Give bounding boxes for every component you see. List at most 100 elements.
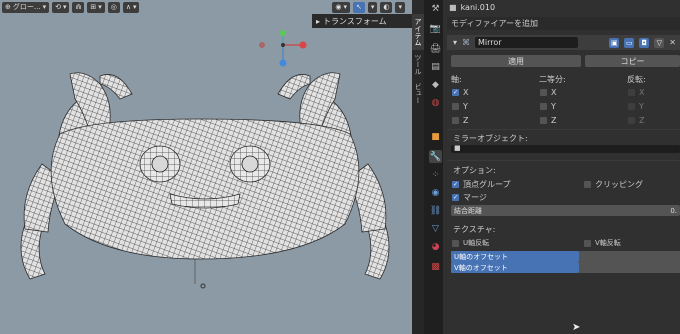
add-modifier-dropdown[interactable]: モディファイアーを追加 (447, 17, 680, 30)
tool-settings-icon[interactable]: ⚒ (429, 2, 442, 15)
proportional-falloff-dropdown[interactable]: ∧ ▾ (122, 1, 140, 13)
flip-y-checkbox[interactable]: Y (628, 102, 644, 111)
close-icon[interactable]: ✕ (669, 38, 676, 47)
checkbox-box (540, 103, 547, 110)
textures-label: テクスチャ: (453, 225, 496, 234)
mirror-object-field[interactable]: ■ (451, 144, 680, 153)
check-icon: ✓ (452, 194, 459, 201)
chevron-down-icon: ▾ (343, 3, 347, 11)
viewport-toggle-icon[interactable]: ▭ (624, 37, 635, 48)
view-object-types-dropdown[interactable]: ◉ ▾ (332, 1, 350, 13)
merge-checkbox[interactable]: ✓ マージ (452, 192, 487, 203)
chevron-down-icon: ▾ (62, 3, 67, 11)
chevron-down-icon: ▾ (370, 3, 375, 11)
modifier-header: ▾ ⌘ Mirror ▣ ▭ ◘ ▽ ✕ (447, 35, 680, 50)
u-offset-slider[interactable]: U軸のオフセット (451, 251, 680, 262)
pivot-icon: ⟲ (55, 3, 61, 11)
checkbox-box (452, 103, 459, 110)
view-layer-icon[interactable]: ▤ (429, 60, 442, 73)
bisect-x-checkbox[interactable]: X (540, 88, 556, 97)
chevron-down-icon: ▾ (98, 3, 102, 11)
object-picker-icon: ■ (454, 144, 461, 152)
tab-item[interactable]: アイテム (412, 14, 424, 50)
physics-icon[interactable]: ◉ (429, 186, 442, 199)
chevron-down-icon: ▾ (132, 3, 137, 11)
checkbox-box (452, 239, 459, 247)
checkbox-box (628, 103, 635, 110)
axis-y-checkbox[interactable]: Y (452, 102, 468, 111)
apply-button[interactable]: 適用 (451, 55, 581, 67)
object-icon[interactable]: ■ (429, 130, 442, 143)
transform-panel-header[interactable]: ▸ トランスフォーム (312, 14, 412, 28)
checkbox-box (452, 117, 459, 124)
options-label: オプション: (453, 166, 496, 175)
checkbox-box (584, 181, 591, 188)
output-icon[interactable]: 🖨 (429, 42, 442, 55)
collapse-arrow-icon[interactable]: ▾ (453, 38, 457, 47)
snap-button[interactable]: ⋒ (72, 1, 85, 13)
snap-dropdown[interactable]: ⊞ ▾ (87, 1, 105, 13)
overlays-toggle[interactable]: ◐ (380, 1, 393, 13)
mouse-cursor-icon: ➤ (572, 322, 581, 333)
pin-icon[interactable]: ■ (449, 3, 457, 12)
editmode-toggle-icon[interactable]: ▣ (609, 37, 620, 48)
overlay-icon: ◐ (383, 3, 390, 11)
material-icon[interactable]: ◕ (429, 240, 442, 253)
check-icon: ✓ (452, 181, 459, 188)
u-flip-checkbox[interactable]: U軸反転 (452, 238, 489, 248)
flip-z-checkbox[interactable]: Z (628, 116, 644, 125)
v-offset-slider[interactable]: V軸のオフセット (451, 262, 680, 273)
axis-z-checkbox[interactable]: Z (452, 116, 468, 125)
gizmo-dropdown[interactable]: ▾ (367, 1, 378, 13)
v-flip-checkbox[interactable]: V軸反転 (584, 238, 621, 248)
falloff-icon: ∧ (125, 3, 131, 11)
particles-icon[interactable]: ⁘ (429, 168, 442, 181)
crab-model[interactable] (0, 14, 412, 334)
proportional-edit-button[interactable]: ◎ (107, 1, 120, 13)
gizmo-icon: ↖ (355, 3, 362, 11)
bisect-z-checkbox[interactable]: Z (540, 116, 556, 125)
properties-editor: ■ kani.010 モディファイアーを追加 ▾ ⌘ Mirror ▣ ▭ ◘ … (443, 0, 680, 334)
divider (447, 160, 680, 161)
object-name: kani.010 (460, 2, 496, 12)
vertex-groups-checkbox[interactable]: ✓ 頂点グループ (452, 179, 511, 190)
3d-viewport[interactable]: ⊕ グロー... ▾ ⟲ ▾ ⋒ ⊞ ▾ ◎ ∧ ▾ ◉ ▾ ↖ ▾ ◐ ▾ ▸… (0, 0, 412, 334)
eye-icon: ◉ (335, 3, 342, 11)
mirror-modifier-icon: ⌘ (462, 38, 471, 47)
magnet-icon: ⋒ (75, 3, 82, 11)
mirror-object-label: ミラーオブジェクト: (453, 134, 528, 143)
viewport-header: ⊕ グロー... ▾ ⟲ ▾ ⋒ ⊞ ▾ ◎ ∧ ▾ ◉ ▾ ↖ ▾ ◐ ▾ (0, 0, 412, 14)
scene-icon[interactable]: ◆ (429, 78, 442, 91)
chevron-down-icon: ▾ (42, 3, 47, 11)
divider (447, 129, 680, 130)
bisect-y-checkbox[interactable]: Y (540, 102, 556, 111)
clipping-checkbox[interactable]: クリッピング (584, 179, 643, 190)
modifier-wrench-icon[interactable]: 🔧 (429, 150, 442, 163)
render-toggle-icon[interactable]: ◘ (639, 37, 650, 48)
gizmo-toggle[interactable]: ↖ (352, 1, 365, 13)
globe-icon: ⊕ (5, 3, 11, 11)
tab-view[interactable]: ビュー (412, 79, 424, 108)
chevron-down-icon: ▾ (398, 3, 402, 11)
proportional-icon: ◎ (110, 3, 117, 11)
flip-label: 反転: (627, 75, 646, 84)
pivot-point-dropdown[interactable]: ⟲ ▾ (52, 1, 70, 13)
render-icon[interactable]: 📷 (429, 22, 442, 35)
modifier-name-field[interactable]: Mirror (475, 37, 579, 48)
tab-tool[interactable]: ツール (412, 50, 424, 79)
data-icon[interactable]: ▽ (429, 222, 442, 235)
world-icon[interactable]: ◍ (429, 96, 442, 109)
overlays-dropdown[interactable]: ▾ (395, 1, 405, 13)
navigation-gizmo[interactable] (258, 30, 308, 70)
checkbox-box (628, 89, 635, 96)
transform-orientation-dropdown[interactable]: ⊕ グロー... ▾ (2, 1, 50, 13)
flip-x-checkbox[interactable]: X (628, 88, 644, 97)
axis-x-checkbox[interactable]: ✓ X (452, 88, 468, 97)
cage-toggle-icon[interactable]: ▽ (654, 37, 665, 48)
copy-button[interactable]: コピー (585, 55, 680, 67)
sidebar-tabs: アイテム ツール ビュー (412, 14, 424, 334)
merge-distance-field[interactable]: 結合距離 0. (451, 205, 680, 216)
texture-icon[interactable]: ▩ (429, 260, 442, 273)
checkbox-box (540, 89, 547, 96)
constraints-icon[interactable]: ⛓ (429, 204, 442, 217)
